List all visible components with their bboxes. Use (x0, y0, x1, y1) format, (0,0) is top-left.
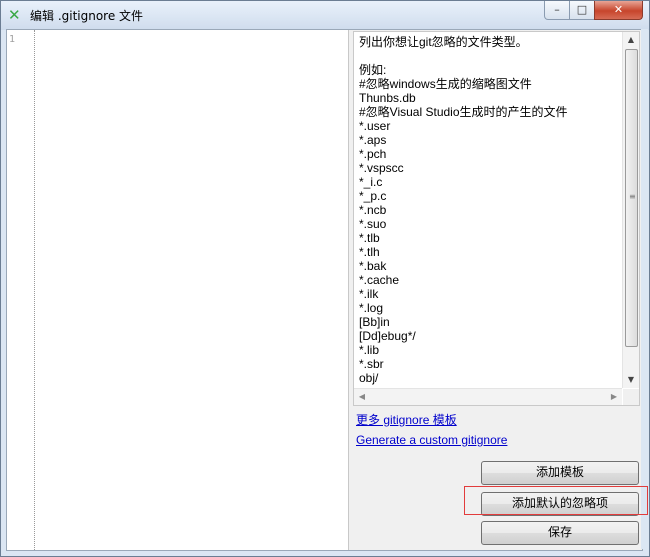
title-bar[interactable]: ✕ 编辑 .gitignore 文件 – □ ✕ (1, 1, 649, 30)
grip-icon: ≡ (629, 192, 636, 201)
line-number: 1 (9, 34, 16, 45)
annotation-highlight-box (464, 486, 648, 515)
dialog-client-area: 1 列出你想让git忽略的文件类型。 例如: #忽略windows生成的缩略图文… (6, 29, 643, 551)
scroll-up-arrow-icon[interactable]: ▲ (623, 32, 639, 48)
more-gitignore-templates-link[interactable]: 更多 gitignore 模板 (356, 411, 457, 428)
window-title: 编辑 .gitignore 文件 (30, 9, 144, 23)
scroll-down-arrow-icon[interactable]: ▼ (623, 372, 639, 388)
help-text-box[interactable]: 列出你想让git忽略的文件类型。 例如: #忽略windows生成的缩略图文件 … (353, 31, 640, 406)
scrollbar-thumb[interactable]: ≡ (625, 49, 638, 347)
minimize-button[interactable]: – (544, 1, 570, 20)
git-logo-icon: ✕ (8, 6, 21, 24)
vertical-scrollbar[interactable]: ▲ ≡ ▼ (622, 32, 639, 388)
horizontal-scrollbar[interactable]: ◀ ▶ (354, 388, 622, 405)
scroll-left-arrow-icon[interactable]: ◀ (354, 389, 370, 405)
generate-custom-gitignore-link[interactable]: Generate a custom gitignore (356, 433, 507, 447)
help-text: 列出你想让git忽略的文件类型。 例如: #忽略windows生成的缩略图文件 … (359, 35, 568, 385)
gitignore-text-editor[interactable]: 1 (7, 30, 349, 550)
maximize-button[interactable]: □ (569, 1, 595, 20)
close-button[interactable]: ✕ (594, 1, 643, 20)
scrollbar-corner (623, 389, 639, 405)
save-button[interactable]: 保存 (481, 521, 639, 545)
scroll-right-arrow-icon[interactable]: ▶ (606, 389, 622, 405)
help-panel: 列出你想让git忽略的文件类型。 例如: #忽略windows生成的缩略图文件 … (349, 30, 642, 550)
line-number-gutter: 1 (7, 30, 35, 550)
window-right-border (641, 29, 648, 549)
add-template-button[interactable]: 添加模板 (481, 461, 639, 485)
